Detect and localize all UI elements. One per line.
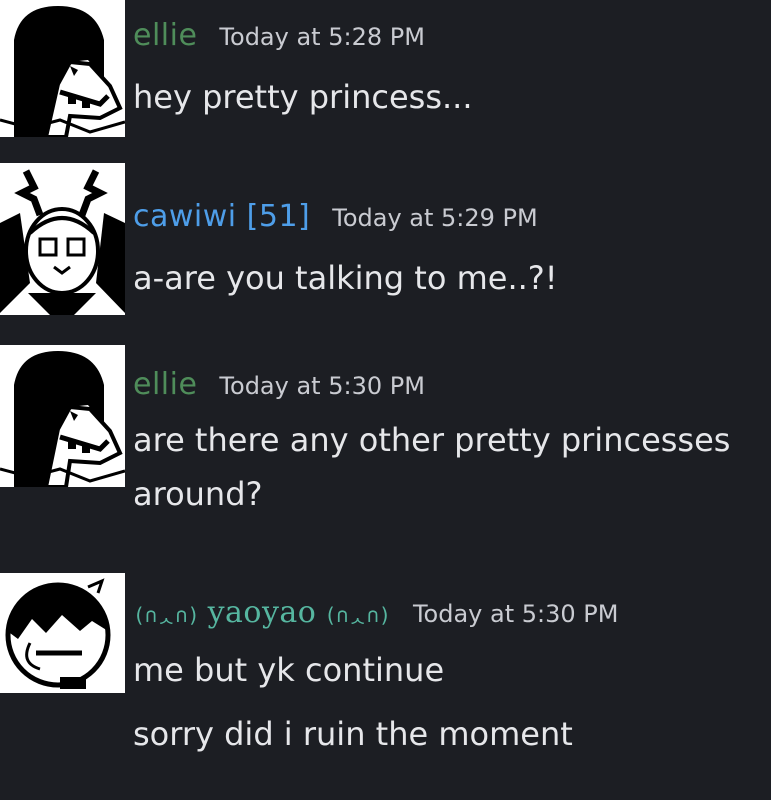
username-decoration-left: (∩ᆺ∩)	[133, 603, 200, 627]
chat-log: ellie Today at 5:28 PM hey pretty prince…	[0, 0, 771, 800]
avatar[interactable]	[0, 0, 125, 137]
antlered-goat-character-icon	[0, 163, 125, 315]
avatar[interactable]	[0, 163, 125, 315]
timestamp[interactable]: Today at 5:30 PM	[413, 600, 619, 628]
message-text: are there any other pretty princesses	[133, 421, 731, 459]
dark-haired-character-icon	[0, 345, 125, 487]
username[interactable]: ellie	[133, 18, 197, 53]
message-header: ellie Today at 5:30 PM	[133, 367, 425, 402]
message-text: around?	[133, 475, 263, 513]
username[interactable]: ellie	[133, 367, 197, 402]
avatar[interactable]	[0, 573, 125, 693]
message-text: me but yk continue	[133, 651, 445, 689]
message-text: sorry did i ruin the moment	[133, 715, 573, 753]
username-decoration-right: (∩ᆺ∩)	[324, 603, 391, 627]
dark-haired-character-icon	[0, 0, 125, 137]
message-header: cawiwi [51] Today at 5:29 PM	[133, 199, 538, 234]
timestamp[interactable]: Today at 5:28 PM	[219, 23, 425, 51]
round-face-character-icon	[0, 573, 125, 693]
timestamp[interactable]: Today at 5:30 PM	[219, 372, 425, 400]
timestamp[interactable]: Today at 5:29 PM	[332, 204, 538, 232]
message-text: hey pretty princess...	[133, 78, 473, 116]
username[interactable]: cawiwi [51]	[133, 199, 310, 234]
message-header: (∩ᆺ∩) yaoyao (∩ᆺ∩) Today at 5:30 PM	[133, 595, 618, 630]
message-header: ellie Today at 5:28 PM	[133, 18, 425, 53]
username[interactable]: yaoyao	[208, 595, 317, 630]
message-text: a-are you talking to me..?!	[133, 259, 558, 297]
avatar[interactable]	[0, 345, 125, 487]
